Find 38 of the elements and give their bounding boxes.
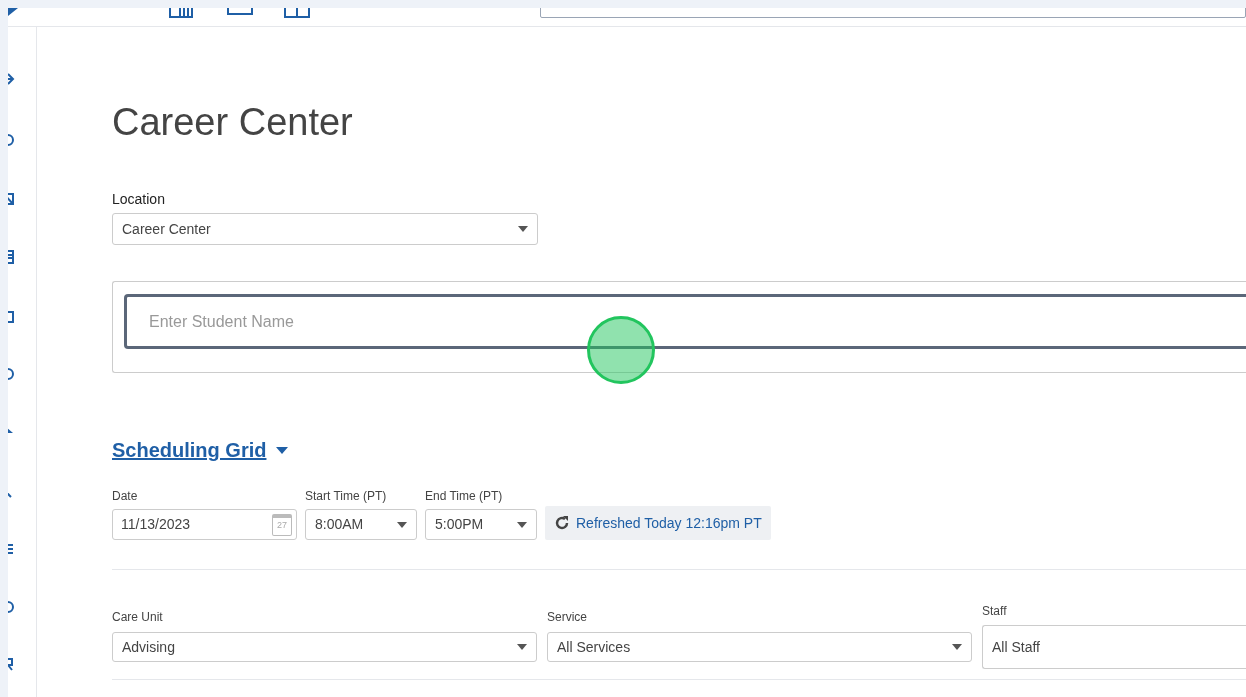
staff-field[interactable]: All Staff — [982, 625, 1246, 669]
sidebar-icon[interactable] — [8, 72, 15, 86]
field-label: Staff — [982, 603, 1008, 620]
caret-icon — [397, 521, 407, 528]
caret-icon — [518, 226, 528, 232]
sidebar-icon[interactable] — [8, 542, 15, 556]
sidebar-icon[interactable] — [8, 250, 15, 264]
field-label: Location — [112, 190, 166, 209]
sidebar-icon[interactable] — [8, 657, 15, 671]
toolbar-icon[interactable] — [226, 8, 254, 16]
date-field[interactable]: 11/13/2023 27 — [112, 509, 297, 540]
start-time-select[interactable]: 8:00AM — [305, 509, 417, 540]
refresh-button[interactable]: Refreshed Today 12:16pm PT — [545, 506, 771, 540]
filter-select[interactable]: Advising — [112, 632, 537, 662]
field-label: Care Unit — [112, 609, 164, 626]
field-label: Service — [547, 609, 588, 626]
sidebar-icon[interactable] — [8, 310, 15, 324]
sidebar-icon[interactable] — [8, 133, 15, 147]
toolbar-icon[interactable] — [283, 8, 311, 18]
caret-icon — [517, 521, 527, 528]
filter-select[interactable]: All Services — [547, 632, 972, 662]
caret-icon — [952, 644, 962, 650]
field-label: Date — [112, 488, 139, 505]
caret-icon[interactable] — [276, 446, 289, 454]
field-label: End Time (PT) — [425, 488, 504, 505]
toolbar-icon[interactable] — [168, 8, 194, 18]
scheduling-grid-link[interactable]: Scheduling Grid — [112, 435, 267, 465]
page-title: Career Center — [112, 100, 354, 145]
sidebar-icon[interactable] — [8, 367, 15, 381]
logo-icon — [8, 8, 18, 18]
sidebar-icon[interactable] — [8, 192, 15, 206]
caret-icon — [517, 644, 527, 650]
location-select[interactable]: Career Center — [112, 213, 538, 245]
refresh-icon — [554, 515, 570, 531]
end-time-select[interactable]: 5:00PM — [425, 509, 537, 540]
sidebar-icon[interactable] — [8, 600, 15, 614]
student-name-field[interactable]: Enter Student Name — [124, 294, 1246, 349]
field-label: Start Time (PT) — [305, 488, 388, 505]
